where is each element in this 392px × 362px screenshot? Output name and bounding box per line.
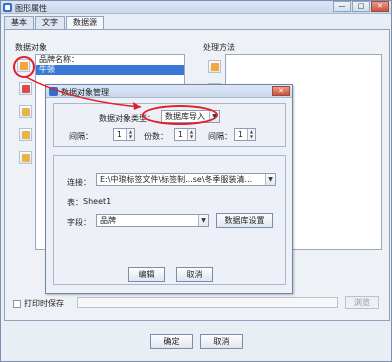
dialog-cancel-button[interactable]: 取消	[176, 267, 213, 282]
maximize-button[interactable]: □	[352, 1, 370, 12]
copies-value: 1	[177, 130, 183, 139]
title-bar: 图形属性 — □ ✕	[1, 1, 391, 14]
list-item-selected[interactable]: 牛顿	[36, 65, 184, 75]
dialog-title-bar: 数据对象管理 ✕	[46, 85, 292, 98]
chevron-down-icon: ▼	[265, 174, 275, 185]
gap-label: 间隔：	[208, 132, 232, 141]
add-process-button[interactable]	[208, 60, 221, 73]
browse-button[interactable]: 浏览	[345, 296, 379, 309]
spin-arrows-icon[interactable]: ▲ ▼	[126, 129, 134, 140]
gap-value: 1	[237, 130, 243, 139]
tab-basic[interactable]: 基本	[4, 16, 34, 29]
delete-data-button[interactable]	[19, 105, 32, 118]
minimize-button[interactable]: —	[333, 1, 351, 12]
connect-label: 连接：	[67, 178, 91, 187]
properties-window: 图形属性 — □ ✕ 基本 文字 数据源 数据对象 处理方法 品牌名称： 牛顿	[0, 0, 392, 362]
copies-stepper[interactable]: 1 ▲ ▼	[174, 128, 196, 141]
process-group-label: 处理方法	[203, 43, 235, 52]
spin-arrows-icon[interactable]: ▲ ▼	[247, 129, 255, 140]
move-up-button[interactable]	[19, 128, 32, 141]
window-title: 图形属性	[15, 4, 47, 13]
connection-select[interactable]: E:\中琅标签文件\标签制...se\冬季服装清... ▼	[96, 173, 276, 186]
add-icon	[211, 63, 219, 71]
arrow-up-icon	[22, 131, 30, 139]
data-object-group-label: 数据对象	[15, 43, 47, 52]
app-icon	[3, 3, 12, 12]
gap-stepper[interactable]: 1 ▲ ▼	[234, 128, 256, 141]
field-select[interactable]: 品牌 ▼	[96, 214, 209, 227]
interval-stepper[interactable]: 1 ▲ ▼	[113, 128, 135, 141]
edit-icon	[22, 85, 30, 93]
arrow-down-icon	[22, 154, 30, 162]
dialog-icon	[49, 87, 58, 96]
cancel-button[interactable]: 取消	[200, 334, 243, 349]
print-save-row: 打印时保存	[13, 298, 64, 309]
print-save-checkbox[interactable]	[13, 299, 21, 308]
tab-strip: 基本 文字 数据源	[4, 16, 105, 30]
annotation-ellipse-type	[142, 105, 218, 125]
edit-button[interactable]: 编辑	[128, 267, 165, 282]
interval-label: 间隔：	[69, 132, 93, 141]
chevron-down-icon: ▼	[198, 215, 208, 226]
dialog-title: 数据对象管理	[61, 88, 109, 97]
print-save-label: 打印时保存	[24, 299, 64, 308]
annotation-circle-add	[13, 56, 35, 78]
delete-icon	[22, 108, 30, 116]
field-label: 字段：	[67, 218, 91, 227]
spin-arrows-icon[interactable]: ▲ ▼	[187, 129, 195, 140]
table-label: 表：	[67, 198, 83, 207]
field-value: 品牌	[100, 216, 116, 225]
db-settings-button[interactable]: 数据库设置	[216, 213, 273, 228]
move-down-button[interactable]	[19, 151, 32, 164]
copies-label: 份数：	[144, 132, 168, 141]
list-item[interactable]: 品牌名称：	[36, 55, 184, 65]
connection-value: E:\中琅标签文件\标签制...se\冬季服装清...	[100, 175, 253, 184]
edit-data-button[interactable]	[19, 82, 32, 95]
dialog-close-button[interactable]: ✕	[272, 86, 290, 96]
tab-text[interactable]: 文字	[35, 16, 65, 29]
table-value: Sheet1	[83, 197, 112, 206]
close-button[interactable]: ✕	[371, 1, 389, 12]
interval-value: 1	[116, 130, 122, 139]
tab-data-source[interactable]: 数据源	[66, 16, 104, 30]
print-save-path-field[interactable]	[77, 297, 338, 308]
ok-button[interactable]: 确定	[150, 334, 193, 349]
